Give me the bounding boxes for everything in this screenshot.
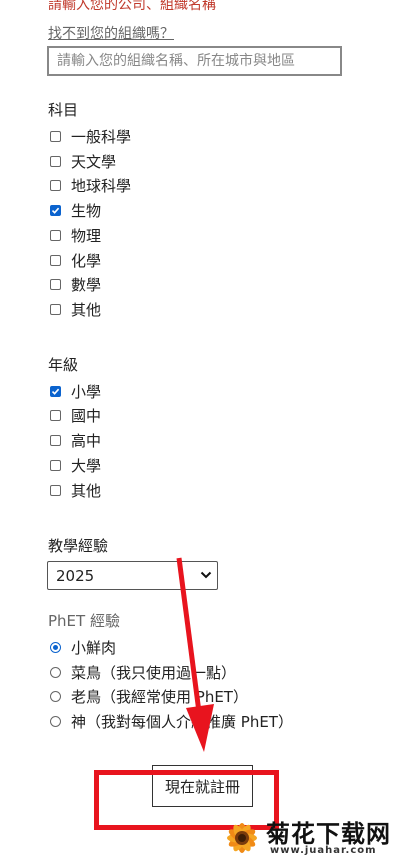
phet-option[interactable]: 神（我對每個人介紹推廣 PhET） bbox=[50, 710, 293, 732]
phet-option[interactable]: 菜鳥（我只使用過一點） bbox=[50, 661, 236, 683]
grade-label: 小學 bbox=[71, 382, 102, 401]
watermark-url: www.juahar.com bbox=[270, 845, 377, 856]
watermark-title: 菊花下载网 bbox=[266, 820, 391, 848]
subject-label: 天文學 bbox=[71, 152, 117, 171]
checkbox[interactable] bbox=[50, 254, 61, 266]
checkbox[interactable] bbox=[50, 155, 61, 167]
grade-label: 大學 bbox=[71, 456, 102, 475]
grades-label: 年級 bbox=[48, 356, 79, 374]
checkbox[interactable] bbox=[50, 278, 61, 290]
experience-year-select[interactable]: 2025 bbox=[47, 561, 218, 590]
subject-label: 地球科學 bbox=[71, 176, 132, 195]
phet-option[interactable]: 小鮮肉 bbox=[50, 636, 116, 658]
subject-option[interactable]: 數學 bbox=[50, 273, 101, 295]
subject-option[interactable]: 地球科學 bbox=[50, 174, 131, 196]
find-org-link[interactable]: 找不到您的組織嗎？ bbox=[48, 23, 174, 43]
grade-option[interactable]: 大學 bbox=[50, 454, 101, 476]
subject-option[interactable]: 天文學 bbox=[50, 150, 116, 172]
grade-label: 其他 bbox=[71, 481, 102, 500]
subject-label: 化學 bbox=[71, 251, 102, 270]
subject-option[interactable]: 化學 bbox=[50, 249, 101, 271]
grade-label: 高中 bbox=[71, 431, 102, 450]
radio-button[interactable] bbox=[50, 690, 61, 702]
chevron-down-icon bbox=[200, 571, 212, 579]
subject-label: 數學 bbox=[71, 275, 102, 294]
phet-option-label: 小鮮肉 bbox=[71, 638, 117, 657]
checkbox[interactable] bbox=[50, 434, 61, 446]
checkbox[interactable] bbox=[50, 409, 61, 421]
phet-experience-label: PhET 經驗 bbox=[48, 612, 120, 630]
experience-label: 教學經驗 bbox=[48, 537, 109, 555]
subject-option[interactable]: 一般科學 bbox=[50, 125, 131, 147]
phet-option[interactable]: 老鳥（我經常使用 PhET） bbox=[50, 685, 248, 707]
subject-label: 一般科學 bbox=[71, 127, 132, 146]
subjects-label: 科目 bbox=[48, 101, 79, 119]
grade-option[interactable]: 小學 bbox=[50, 380, 101, 402]
subject-label: 其他 bbox=[71, 300, 102, 319]
checkbox[interactable] bbox=[50, 229, 61, 241]
radio-button[interactable] bbox=[50, 641, 61, 653]
phet-option-label: 菜鳥（我只使用過一點） bbox=[71, 663, 237, 682]
checkbox[interactable] bbox=[50, 204, 61, 216]
subject-option[interactable]: 生物 bbox=[50, 199, 101, 221]
checkbox[interactable] bbox=[50, 385, 61, 397]
radio-button[interactable] bbox=[50, 666, 61, 678]
experience-year-value: 2025 bbox=[56, 566, 95, 585]
phet-option-label: 老鳥（我經常使用 PhET） bbox=[71, 687, 248, 706]
subject-option[interactable]: 物理 bbox=[50, 224, 101, 246]
watermark: 菊花下载网 www.juahar.com bbox=[218, 812, 406, 861]
grade-option[interactable]: 國中 bbox=[50, 404, 101, 426]
checkbox[interactable] bbox=[50, 303, 61, 315]
checkbox[interactable] bbox=[50, 484, 61, 496]
grade-label: 國中 bbox=[71, 406, 102, 425]
checkbox[interactable] bbox=[50, 179, 61, 191]
subject-label: 物理 bbox=[71, 226, 102, 245]
grade-option[interactable]: 高中 bbox=[50, 429, 101, 451]
subject-label: 生物 bbox=[71, 201, 102, 220]
grade-option[interactable]: 其他 bbox=[50, 479, 101, 501]
radio-button[interactable] bbox=[50, 715, 61, 727]
phet-option-label: 神（我對每個人介紹推廣 PhET） bbox=[71, 712, 293, 731]
checkbox[interactable] bbox=[50, 459, 61, 471]
checkbox[interactable] bbox=[50, 130, 61, 142]
flower-logo-icon bbox=[227, 823, 257, 853]
org-search-input[interactable] bbox=[47, 46, 342, 76]
subject-option[interactable]: 其他 bbox=[50, 298, 101, 320]
org-error-message: 請輸入您的公司、組織名稱 bbox=[48, 0, 216, 13]
